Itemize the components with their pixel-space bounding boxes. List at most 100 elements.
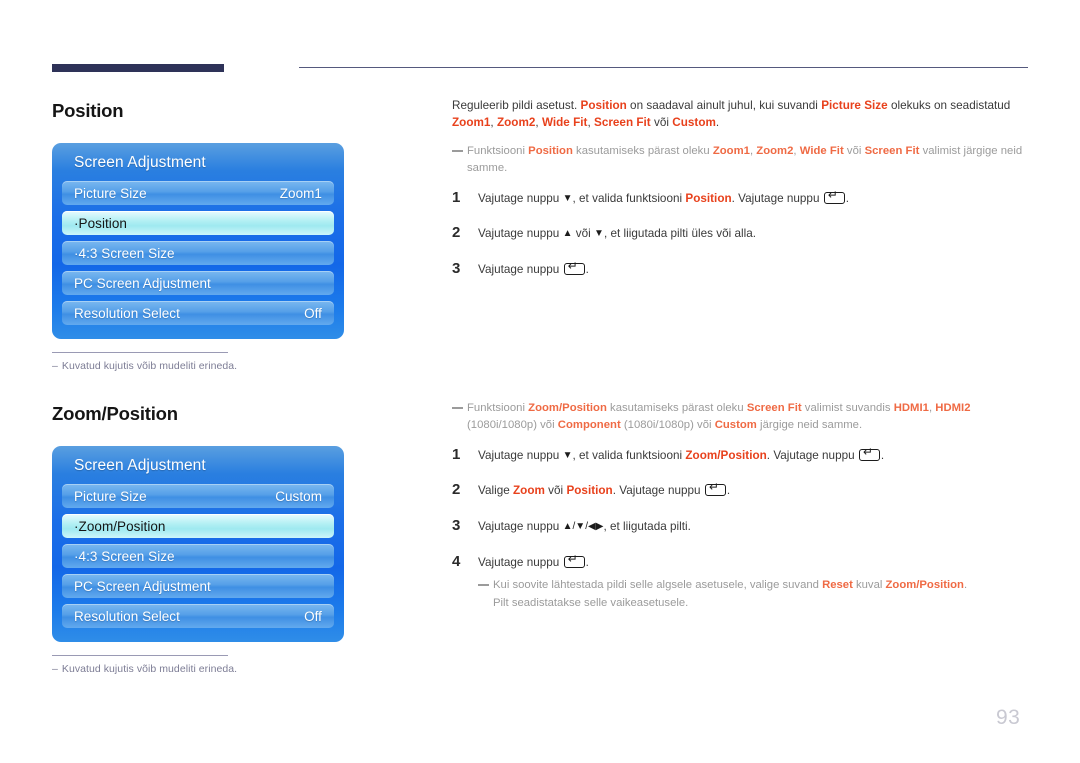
osd-title: Screen Adjustment	[74, 154, 206, 171]
step-fragment: või	[544, 484, 567, 498]
step-fragment: või	[572, 227, 595, 241]
header-rule	[52, 62, 1028, 74]
subnote-text: Pilt seadistatakse selle vaikeasetusele.	[493, 596, 689, 609]
arrow-up-icon: ▲	[562, 228, 573, 240]
step-fragment: Vajutage nuppu	[478, 262, 563, 276]
osd-row-picture-size[interactable]: Picture Size Zoom1	[62, 181, 334, 205]
term-screen-fit: Screen Fit	[746, 402, 802, 414]
step-fragment: .	[726, 484, 731, 498]
step-fragment: .	[845, 191, 850, 205]
term-position: Position	[580, 99, 627, 112]
term-hdmi1: HDMI1	[893, 402, 929, 414]
osd-caption-zoom-position: – Kuvatud kujutis võib mudeliti erineda.	[52, 655, 352, 675]
note-text: järgige neid samme.	[756, 418, 863, 431]
caption-dash: –	[52, 663, 58, 675]
enter-key-icon	[704, 481, 726, 497]
term-reset: Reset	[822, 579, 853, 592]
subnote-text: .	[963, 579, 968, 592]
term-zoom1: Zoom1	[452, 116, 491, 130]
step-fragment: , et liigutada pilti.	[603, 519, 691, 533]
step-text: Vajutage nuppu ▲ või ▼, et liigutada pil…	[478, 225, 756, 243]
osd-row-resolution-select[interactable]: Resolution Select Off	[62, 604, 334, 628]
term-position: Position	[566, 484, 613, 498]
step-number: 2	[452, 224, 461, 242]
term-zoom2: Zoom2	[496, 116, 536, 130]
step-item: 4 Vajutage nuppu .	[452, 553, 1032, 572]
osd-row-label: Picture Size	[74, 488, 147, 504]
osd-menu-zoom-position: Screen Adjustment Picture Size Custom ·Z…	[52, 446, 344, 642]
step-number: 4	[452, 552, 461, 570]
term-hdmi2: HDMI2	[935, 402, 971, 414]
step-number: 1	[452, 188, 461, 206]
term-wide-fit: Wide Fit	[541, 116, 588, 130]
header-rule-thick	[52, 64, 224, 72]
steps-list-zoom-position: 1 Vajutage nuppu ▼, et valida funktsioon…	[452, 446, 1032, 571]
step-item: 3 Vajutage nuppu ▲/▼/◀▶, et liigutada pi…	[452, 517, 1032, 536]
term-custom: Custom	[672, 116, 716, 130]
osd-row-label: PC Screen Adjustment	[74, 275, 211, 291]
osd-row-pc-screen-adjustment[interactable]: PC Screen Adjustment	[62, 574, 334, 598]
osd-row-4-3-screen-size[interactable]: ·4:3 Screen Size	[62, 544, 334, 568]
osd-row-value: Off	[304, 305, 322, 321]
manual-page: Position Screen Adjustment Picture Size …	[0, 0, 1080, 763]
content-column-zoom-position: Funktsiooni Zoom/Position kasutamiseks p…	[452, 400, 1032, 612]
step-fragment: Valige	[478, 484, 514, 498]
osd-row-position[interactable]: ·Position	[62, 211, 334, 235]
term-component: Component	[557, 418, 621, 431]
page-number: 93	[996, 706, 1021, 729]
term-screen-fit: Screen Fit	[864, 144, 920, 157]
term-zoom: Zoom	[513, 484, 545, 498]
osd-row-picture-size[interactable]: Picture Size Custom	[62, 484, 334, 508]
term-zoom-position: Zoom/Position	[885, 579, 964, 592]
note-text: (1080i/1080p) või	[467, 418, 558, 431]
enter-key-icon	[858, 446, 880, 461]
caption-text: – Kuvatud kujutis võib mudeliti erineda.	[52, 663, 352, 675]
step-fragment: Vajutage nuppu	[478, 448, 563, 462]
term-position: Position	[685, 191, 732, 205]
note-text: Funktsiooni	[467, 144, 529, 157]
step-fragment: , et liigutada pilti üles või alla.	[603, 227, 757, 241]
osd-row-label: Picture Size	[74, 185, 147, 201]
step-item: 3 Vajutage nuppu .	[452, 260, 1032, 279]
step-text: Vajutage nuppu .	[478, 260, 589, 279]
osd-row-label: PC Screen Adjustment	[74, 578, 211, 594]
step-fragment: .	[585, 555, 589, 569]
header-rule-thin	[299, 67, 1028, 68]
caption-text: – Kuvatud kujutis võib mudeliti erineda.	[52, 360, 352, 372]
step-fragment: Vajutage nuppu	[478, 555, 563, 569]
intro-text: või	[650, 116, 673, 130]
osd-row-resolution-select[interactable]: Resolution Select Off	[62, 301, 334, 325]
caption-rule	[52, 352, 228, 353]
enter-key-icon	[563, 553, 585, 568]
osd-row-list: Picture Size Custom ·Zoom/Position ·4:3 …	[62, 484, 334, 628]
osd-row-zoom-position[interactable]: ·Zoom/Position	[62, 514, 334, 538]
step-text: Vajutage nuppu .	[478, 553, 589, 572]
step-fragment: , et valida funktsiooni	[572, 191, 686, 205]
osd-menu-position: Screen Adjustment Picture Size Zoom1 ·Po…	[52, 143, 344, 339]
note-position: Funktsiooni Position kasutamiseks pärast…	[452, 143, 1032, 177]
osd-row-label: ·4:3 Screen Size	[74, 548, 175, 564]
osd-row-4-3-screen-size[interactable]: ·4:3 Screen Size	[62, 241, 334, 265]
step-number: 1	[452, 445, 461, 463]
osd-row-pc-screen-adjustment[interactable]: PC Screen Adjustment	[62, 271, 334, 295]
step-item: 2 Valige Zoom või Position. Vajutage nup…	[452, 481, 1032, 500]
note-text: kasutamiseks pärast oleku	[572, 144, 713, 157]
subnote-reset: Kui soovite lähtestada pildi selle algse…	[478, 577, 1032, 612]
note-text: või	[843, 144, 865, 157]
step-number: 3	[452, 516, 461, 534]
term-custom: Custom	[714, 418, 757, 431]
osd-row-label: ·Position	[74, 215, 127, 231]
intro-text: olekuks on seadistatud	[887, 99, 1011, 112]
osd-row-label: ·Zoom/Position	[74, 518, 166, 534]
step-number: 2	[452, 481, 461, 499]
term-zoom2: Zoom2	[756, 144, 794, 157]
step-number: 3	[452, 259, 461, 277]
osd-title: Screen Adjustment	[74, 457, 206, 474]
osd-row-label: Resolution Select	[74, 608, 180, 624]
step-text: Valige Zoom või Position. Vajutage nuppu…	[478, 481, 731, 500]
step-fragment: .	[880, 448, 885, 462]
step-fragment: Vajutage nuppu	[478, 191, 563, 205]
osd-row-label: Resolution Select	[74, 305, 180, 321]
content-column-position: Reguleerib pildi asetust. Position on sa…	[452, 97, 1032, 295]
step-text: Vajutage nuppu ▲/▼/◀▶, et liigutada pilt…	[478, 518, 691, 536]
